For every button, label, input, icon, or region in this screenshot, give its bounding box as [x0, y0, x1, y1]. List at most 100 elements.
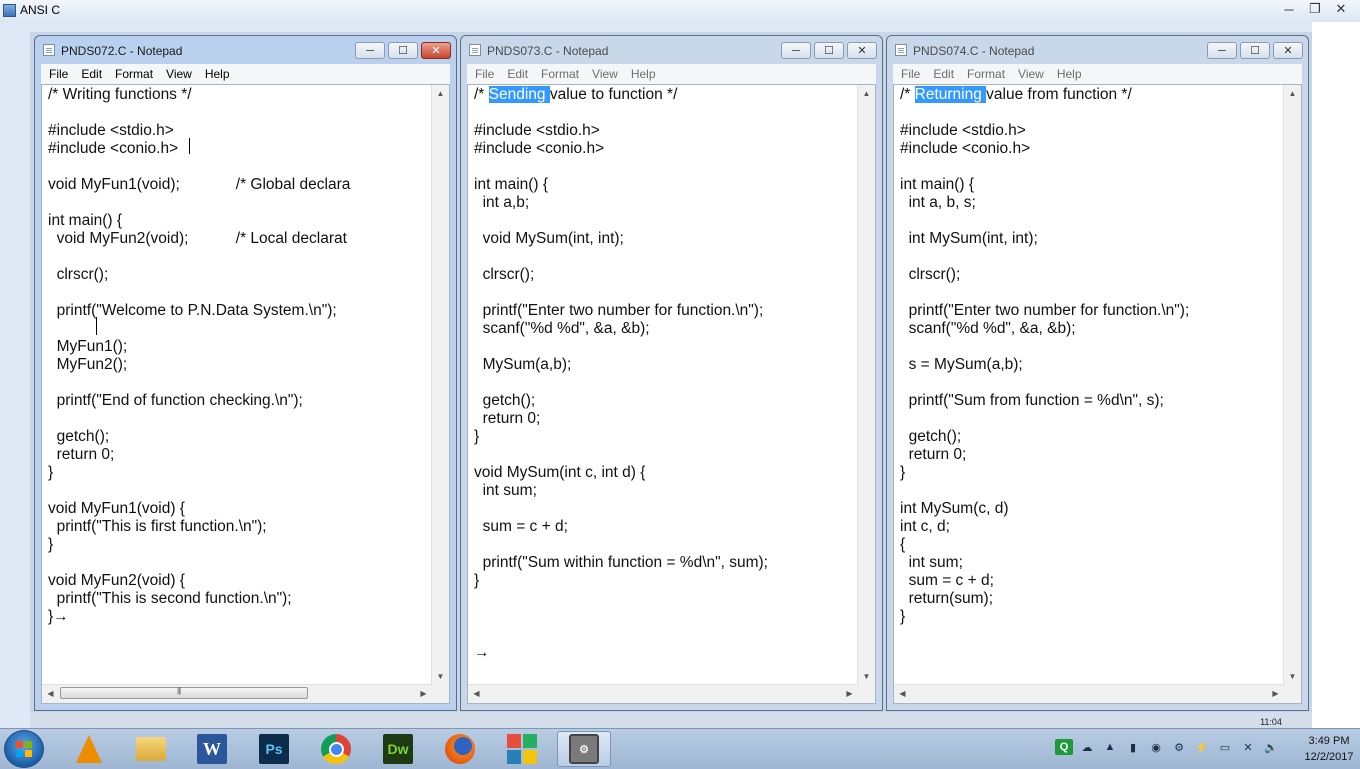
code-line[interactable]: #include <conio.h> [474, 140, 851, 158]
code-line[interactable]: return(sum); [900, 590, 1277, 608]
taskbar-office[interactable] [495, 731, 549, 767]
code-line[interactable]: #include <stdio.h> [48, 122, 425, 140]
horizontal-scrollbar[interactable]: ◀ ▶ [468, 684, 858, 703]
text-editor[interactable]: /* Sending value to function */ #include… [467, 84, 876, 704]
close-button[interactable]: ✕ [1273, 42, 1303, 59]
notepad-window-2[interactable]: PNDS073.C - Notepad ─ ☐ ✕ File Edit Form… [460, 35, 883, 711]
code-line[interactable]: int MySum(int, int); [900, 230, 1277, 248]
code-line[interactable] [48, 104, 425, 122]
text-editor[interactable]: /* Writing functions */ #include <stdio.… [41, 84, 450, 704]
code-line[interactable]: #include <stdio.h> [474, 122, 851, 140]
start-button[interactable] [4, 730, 44, 768]
minimize-button[interactable]: ─ [781, 42, 811, 59]
code-line[interactable]: #include <stdio.h> [900, 122, 1277, 140]
menu-help[interactable]: Help [205, 67, 230, 81]
scroll-down-arrow-icon[interactable]: ▼ [432, 668, 449, 685]
menu-edit[interactable]: Edit [507, 67, 528, 81]
scroll-right-arrow-icon[interactable]: ▶ [415, 685, 432, 703]
code-line[interactable] [900, 284, 1277, 302]
code-line[interactable]: int c, d; [900, 518, 1277, 536]
code-line[interactable]: getch(); [474, 392, 851, 410]
scroll-up-arrow-icon[interactable]: ▲ [858, 85, 875, 102]
code-line[interactable] [900, 338, 1277, 356]
menu-view[interactable]: View [166, 67, 192, 81]
code-line[interactable]: int sum; [900, 554, 1277, 572]
selected-text[interactable]: Sending [488, 86, 550, 103]
notepad-title-bar[interactable]: PNDS074.C - Notepad ─ ☐ ✕ [887, 36, 1308, 64]
outer-minimize-button[interactable]: ─ [1276, 0, 1302, 18]
menu-file[interactable]: File [49, 67, 68, 81]
size-grip[interactable] [432, 685, 449, 703]
code-line[interactable]: return 0; [48, 446, 425, 464]
menu-help[interactable]: Help [631, 67, 656, 81]
code-line[interactable]: void MySum(int c, int d) { [474, 464, 851, 482]
code-text[interactable]: /* Returning value from function */ #inc… [900, 85, 1277, 685]
tray-q-icon[interactable]: Q [1055, 739, 1073, 755]
code-line[interactable]: printf("Welcome to P.N.Data System.\n"); [48, 302, 425, 320]
code-line[interactable]: void MyFun2(void); /* Local declarat [48, 230, 425, 248]
code-line[interactable] [474, 158, 851, 176]
code-line[interactable]: void MySum(int, int); [474, 230, 851, 248]
taskbar-photoshop[interactable]: Ps [247, 731, 301, 767]
taskbar-vlc[interactable] [62, 731, 116, 767]
scroll-right-arrow-icon[interactable]: ▶ [841, 685, 858, 703]
code-line[interactable]: MyFun2(); [48, 356, 425, 374]
scroll-left-arrow-icon[interactable]: ◀ [42, 685, 59, 703]
code-line[interactable] [48, 284, 425, 302]
taskbar-clock[interactable]: 3:49 PM 12/2/2017 [1300, 733, 1358, 765]
maximize-button[interactable]: ☐ [388, 42, 418, 59]
menu-view[interactable]: View [592, 67, 618, 81]
selected-text[interactable]: Returning [914, 86, 987, 103]
code-line[interactable] [48, 248, 425, 266]
close-button[interactable]: ✕ [421, 42, 451, 59]
close-button[interactable]: ✕ [847, 42, 877, 59]
code-line[interactable]: /* Writing functions */ [48, 86, 425, 104]
code-line[interactable]: s = MySum(a,b); [900, 356, 1277, 374]
text-editor[interactable]: /* Returning value from function */ #inc… [893, 84, 1302, 704]
code-line[interactable]: MyFun1(); [48, 338, 425, 356]
code-line[interactable] [48, 374, 425, 392]
menu-edit[interactable]: Edit [81, 67, 102, 81]
scroll-down-arrow-icon[interactable]: ▼ [1284, 668, 1301, 685]
code-line[interactable]: int main() { [48, 212, 425, 230]
tray-power-icon[interactable]: ⚡ [1193, 739, 1211, 755]
code-line[interactable] [474, 626, 851, 644]
code-line[interactable] [900, 248, 1277, 266]
tray-cloud-icon[interactable]: ☁ [1078, 739, 1096, 755]
code-line[interactable] [474, 536, 851, 554]
menu-file[interactable]: File [901, 67, 920, 81]
code-line[interactable]: int a, b, s; [900, 194, 1277, 212]
tray-flag-icon[interactable]: ✕ [1239, 739, 1257, 755]
code-line[interactable] [48, 320, 425, 338]
code-line[interactable]: → [474, 644, 851, 662]
maximize-button[interactable]: ☐ [1240, 42, 1270, 59]
menu-format[interactable]: Format [115, 67, 153, 81]
code-line[interactable] [48, 554, 425, 572]
code-line[interactable] [48, 410, 425, 428]
vertical-scrollbar[interactable]: ▲ ▼ [431, 85, 449, 685]
code-line[interactable]: printf("End of function checking.\n"); [48, 392, 425, 410]
code-line[interactable] [900, 410, 1277, 428]
menu-file[interactable]: File [475, 67, 494, 81]
code-line[interactable]: } [900, 464, 1277, 482]
code-line[interactable] [474, 446, 851, 464]
code-line[interactable] [900, 374, 1277, 392]
code-line[interactable]: getch(); [900, 428, 1277, 446]
code-line[interactable] [900, 212, 1277, 230]
code-line[interactable]: clrscr(); [474, 266, 851, 284]
code-line[interactable]: } [474, 428, 851, 446]
tray-volume-icon[interactable]: 🔈 [1262, 739, 1280, 755]
notepad-title-bar[interactable]: PNDS072.C - Notepad ─ ☐ ✕ [35, 36, 456, 64]
code-line[interactable]: /* Returning value from function */ [900, 86, 1277, 104]
menu-format[interactable]: Format [541, 67, 579, 81]
code-line[interactable]: clrscr(); [48, 266, 425, 284]
code-line[interactable] [474, 374, 851, 392]
code-line[interactable] [48, 482, 425, 500]
horizontal-scrollbar[interactable]: ◀ ▶ [42, 684, 432, 703]
code-line[interactable]: } [48, 536, 425, 554]
code-line[interactable] [900, 482, 1277, 500]
code-line[interactable] [48, 158, 425, 176]
code-line[interactable]: }→ [48, 608, 425, 626]
horizontal-scrollbar[interactable]: ◀ ▶ [894, 684, 1284, 703]
code-line[interactable]: scanf("%d %d", &a, &b); [900, 320, 1277, 338]
